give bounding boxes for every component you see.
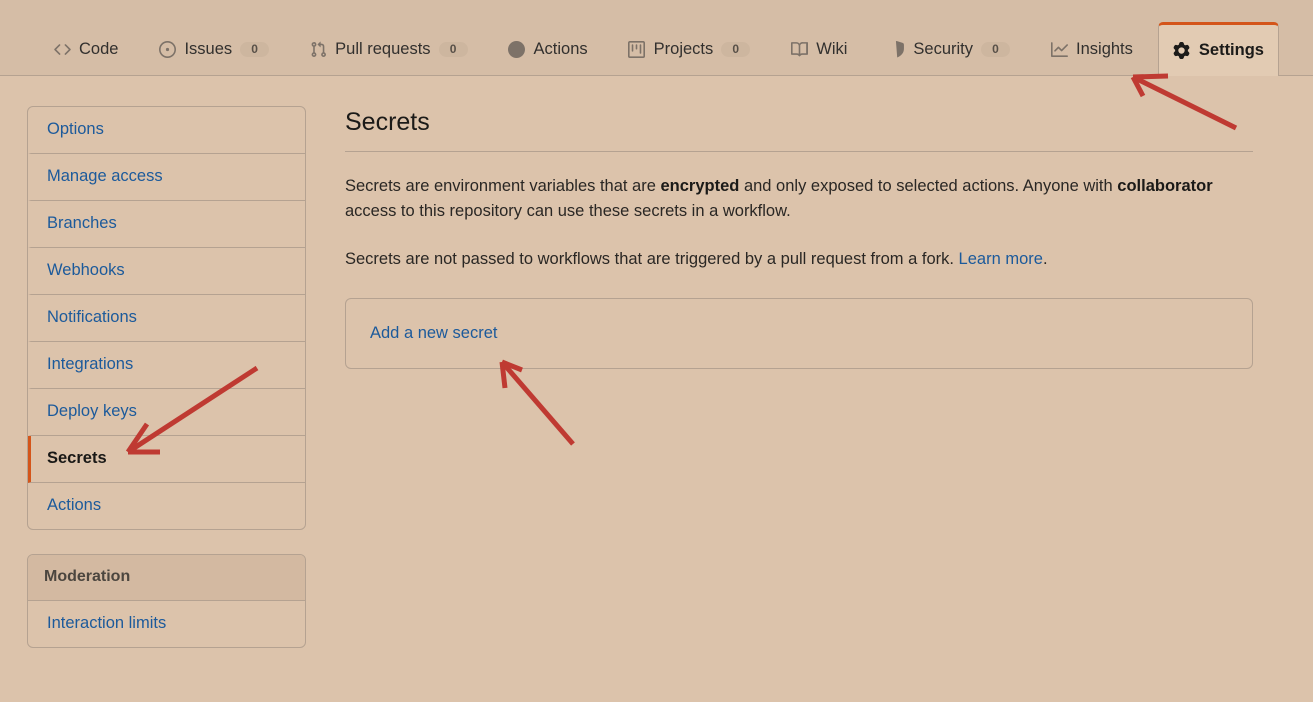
page-title: Secrets bbox=[345, 106, 1253, 152]
nav-tab-settings[interactable]: Settings bbox=[1157, 22, 1279, 76]
sidebar-group-header: Moderation bbox=[28, 555, 305, 601]
nav-tab-issues[interactable]: Issues 0 bbox=[143, 23, 284, 75]
git-pull-request-icon bbox=[309, 41, 327, 59]
project-icon bbox=[628, 41, 646, 59]
sidebar-group: Moderation Interaction limits bbox=[27, 554, 306, 648]
paragraph2-part1: Secrets are not passed to workflows that… bbox=[345, 249, 959, 268]
sidebar-item-secrets[interactable]: Secrets bbox=[28, 436, 305, 483]
sidebar-item-integrations[interactable]: Integrations bbox=[28, 342, 305, 389]
sidebar-item-options[interactable]: Options bbox=[28, 107, 305, 154]
paragraph1-part3: access to this repository can use these … bbox=[345, 202, 791, 221]
play-icon bbox=[508, 41, 526, 59]
nav-tab-label: Insights bbox=[1076, 40, 1133, 59]
nav-tab-label: Security bbox=[913, 40, 974, 59]
main-content: Secrets Secrets are environment variable… bbox=[345, 106, 1253, 370]
graph-icon bbox=[1050, 41, 1068, 59]
nav-tab-label: Code bbox=[79, 40, 119, 59]
paragraph2-part2: . bbox=[1042, 249, 1048, 268]
nav-tab-label: Pull requests bbox=[335, 40, 431, 59]
nav-tab-counter: 0 bbox=[721, 41, 751, 58]
learn-more-link[interactable]: Learn more bbox=[959, 250, 1043, 268]
nav-tab-projects[interactable]: Projects 0 bbox=[613, 23, 766, 75]
paragraph1-bold-encrypted: encrypted bbox=[660, 176, 740, 195]
add-new-secret-box[interactable]: Add a new secret bbox=[345, 298, 1253, 370]
sidebar-group: Options Manage access Branches Webhooks Noti… bbox=[27, 106, 306, 530]
shield-icon bbox=[887, 41, 905, 59]
issue-icon bbox=[158, 41, 176, 59]
book-icon bbox=[790, 41, 808, 59]
code-icon bbox=[53, 41, 71, 59]
secrets-description-paragraph: Secrets are environment variables that a… bbox=[345, 174, 1253, 225]
add-new-secret-link[interactable]: Add a new secret bbox=[370, 324, 498, 343]
repo-nav-bar: Code Issues 0 Pull requests 0 Actions Projects… bbox=[0, 0, 1313, 76]
page-body: Options Manage access Branches Webhooks Noti… bbox=[0, 76, 1313, 702]
paragraph1-part1: Secrets are environment variables that a… bbox=[345, 176, 661, 195]
sidebar-item-branches[interactable]: Branches bbox=[28, 201, 305, 248]
nav-tab-security[interactable]: Security 0 bbox=[872, 23, 1025, 75]
sidebar-item-deploy-keys[interactable]: Deploy keys bbox=[28, 389, 305, 436]
settings-sidebar: Options Manage access Branches Webhooks Noti… bbox=[27, 106, 306, 648]
repo-nav-tabs: Code Issues 0 Pull requests 0 Actions Projects… bbox=[38, 0, 1289, 76]
nav-tab-counter: 0 bbox=[981, 41, 1011, 58]
nav-tab-label: Wiki bbox=[816, 40, 848, 59]
fork-note-paragraph: Secrets are not passed to workflows that… bbox=[345, 247, 1253, 273]
nav-tab-label: Settings bbox=[1198, 41, 1264, 60]
gear-icon bbox=[1173, 42, 1191, 60]
paragraph1-bold-collaborator: collaborator bbox=[1117, 176, 1213, 195]
nav-tab-pull-requests[interactable]: Pull requests 0 bbox=[294, 23, 482, 75]
paragraph1-part2: and only exposed to selected actions. An… bbox=[739, 176, 1118, 195]
nav-tab-code[interactable]: Code bbox=[38, 23, 133, 75]
nav-tab-wiki[interactable]: Wiki bbox=[775, 23, 862, 75]
sidebar-item-manage-access[interactable]: Manage access bbox=[28, 154, 305, 201]
sidebar-item-notifications[interactable]: Notifications bbox=[28, 295, 305, 342]
nav-tab-counter: 0 bbox=[438, 41, 468, 58]
nav-tab-counter: 0 bbox=[240, 41, 270, 58]
nav-tab-label: Issues bbox=[184, 40, 233, 59]
nav-tab-insights[interactable]: Insights bbox=[1035, 23, 1148, 75]
sidebar-item-webhooks[interactable]: Webhooks bbox=[28, 248, 305, 295]
sidebar-item-actions[interactable]: Actions bbox=[28, 483, 305, 529]
nav-tab-label: Actions bbox=[533, 40, 588, 59]
nav-tab-actions[interactable]: Actions bbox=[493, 23, 603, 75]
sidebar-item-interaction-limits[interactable]: Interaction limits bbox=[28, 601, 305, 647]
nav-tab-label: Projects bbox=[653, 40, 714, 59]
